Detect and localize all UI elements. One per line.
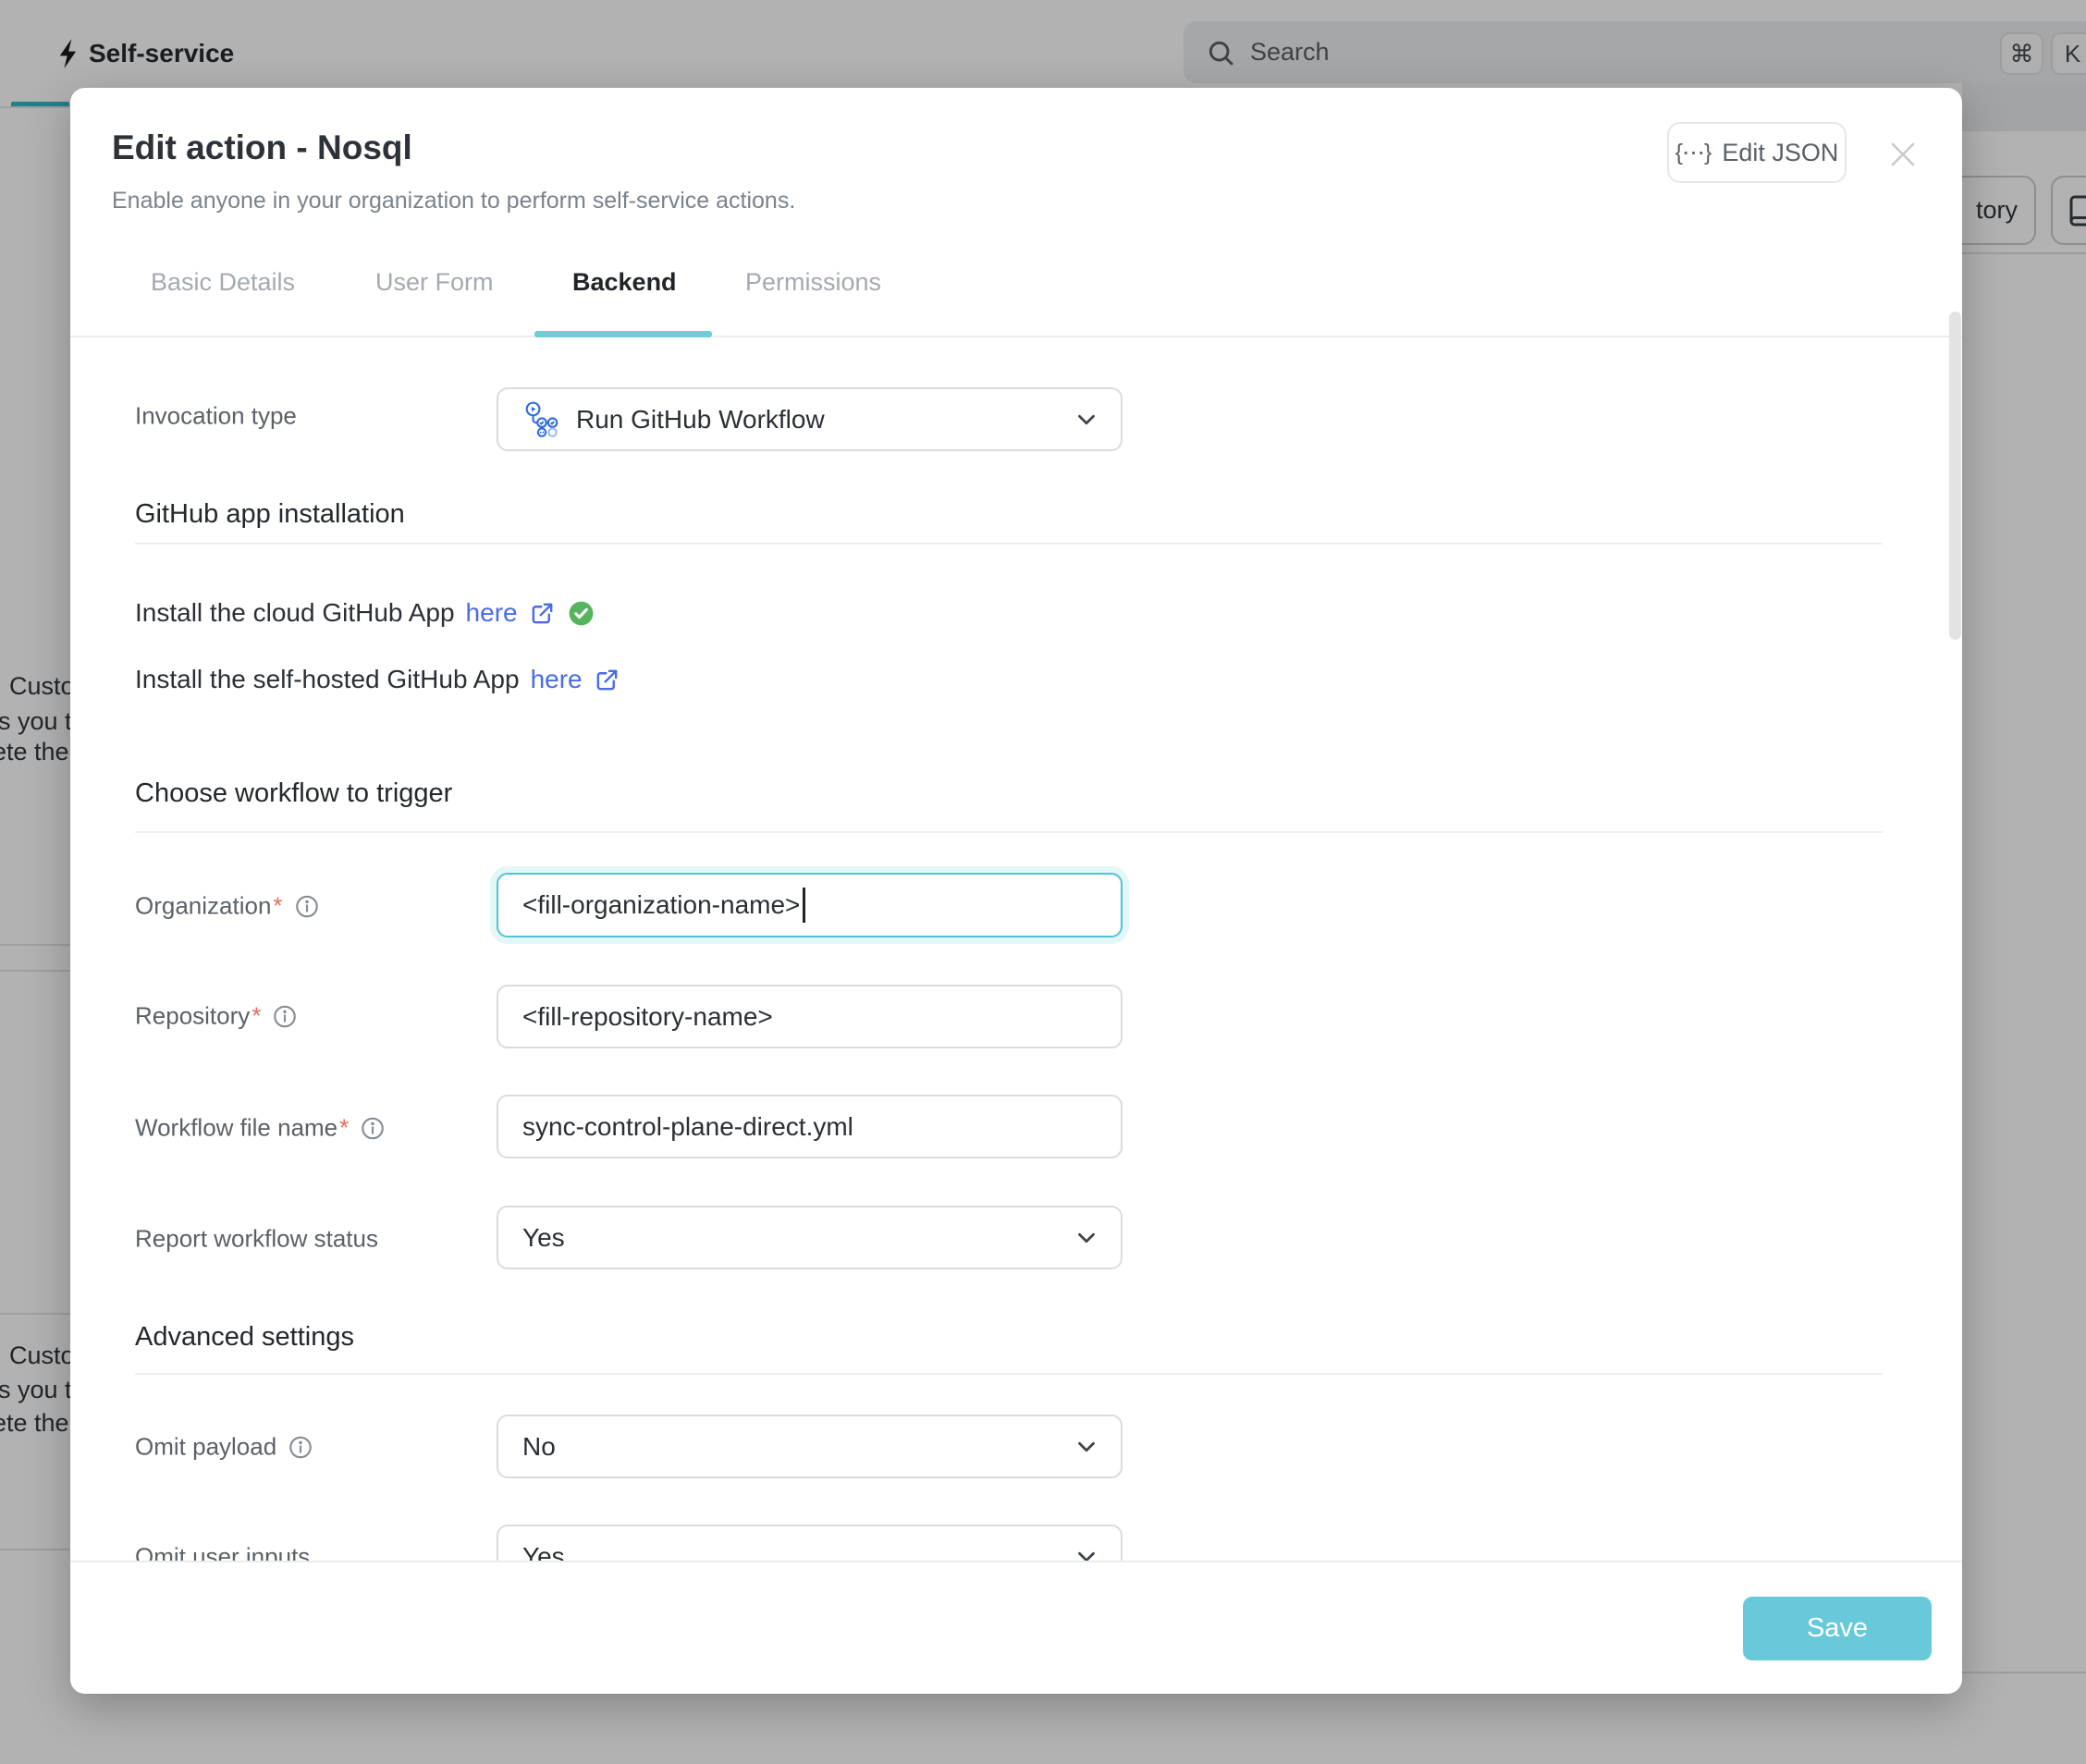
chevron-down-icon [1073,1224,1100,1252]
tab-backend[interactable]: Backend [572,268,677,297]
tab-user-form[interactable]: User Form [375,268,494,297]
tab-permissions[interactable]: Permissions [745,268,881,297]
chevron-down-icon [1073,406,1100,434]
chevron-down-icon [1073,1433,1100,1461]
info-icon[interactable] [288,1434,313,1460]
report-workflow-status-label: Report workflow status [135,1225,378,1254]
install-self-hosted-app-link[interactable]: here [531,665,583,694]
divider [70,336,1962,337]
text-cursor [803,888,805,923]
info-icon[interactable] [360,1115,386,1141]
invocation-type-label: Invocation type [135,402,297,431]
divider [135,543,1883,545]
invocation-type-value: Run GitHub Workflow [576,405,825,435]
divider [135,831,1883,833]
modal-title: Edit action - Nosql [112,129,412,167]
modal-footer [70,1561,1962,1694]
screen: Self-service Search ⌘ K tory Custo s you… [0,0,2086,1764]
install-self-hosted-app-text: Install the self-hosted GitHub App [135,665,520,694]
omit-payload-label: Omit payload [135,1433,313,1462]
edit-json-label: Edit JSON [1722,139,1838,167]
external-link-icon[interactable] [594,667,620,693]
report-workflow-status-value: Yes [522,1223,565,1253]
invocation-type-select[interactable]: Run GitHub Workflow [497,387,1123,451]
repository-label: Repository* [135,1002,298,1031]
divider [135,1373,1883,1375]
close-icon[interactable] [1880,131,1926,178]
section-title-choose-workflow: Choose workflow to trigger [135,778,452,809]
workflow-file-name-label: Workflow file name* [135,1114,386,1143]
github-workflow-icon [522,400,561,439]
external-link-icon[interactable] [529,600,556,627]
tab-basic-details[interactable]: Basic Details [151,268,295,297]
required-marker: * [339,1114,349,1142]
check-circle-icon [567,599,595,628]
info-icon[interactable] [272,1003,298,1029]
modal-subtitle: Enable anyone in your organization to pe… [112,188,795,214]
section-title-github-app: GitHub app installation [135,499,405,530]
modal-scrollbar-thumb[interactable] [1949,312,1961,640]
required-marker: * [273,892,282,920]
active-tab-indicator [534,331,712,337]
omit-payload-select[interactable]: No [497,1415,1123,1478]
edit-action-modal: Edit action - Nosql Enable anyone in you… [70,88,1962,1694]
organization-value: <fill-organization-name> [522,890,800,920]
edit-json-button[interactable]: {⋯} Edit JSON [1667,122,1847,183]
info-icon[interactable] [294,893,320,919]
save-button[interactable]: Save [1743,1597,1932,1660]
install-cloud-app-text: Install the cloud GitHub App [135,598,455,628]
workflow-file-name-input[interactable]: sync-control-plane-direct.yml [497,1095,1123,1158]
repository-input[interactable]: <fill-repository-name> [497,985,1123,1048]
organization-input[interactable]: <fill-organization-name> [497,873,1123,937]
section-title-advanced: Advanced settings [135,1322,354,1353]
install-cloud-app-link[interactable]: here [466,598,518,628]
required-marker: * [252,1002,261,1030]
workflow-file-name-value: sync-control-plane-direct.yml [522,1112,853,1142]
report-workflow-status-select[interactable]: Yes [497,1206,1123,1269]
repository-value: <fill-repository-name> [522,1002,773,1032]
omit-payload-value: No [522,1432,556,1462]
code-braces-icon: {⋯} [1675,139,1712,166]
install-cloud-app-row: Install the cloud GitHub App here [135,598,595,628]
organization-label: Organization* [135,892,320,921]
install-self-hosted-app-row: Install the self-hosted GitHub App here [135,665,620,694]
